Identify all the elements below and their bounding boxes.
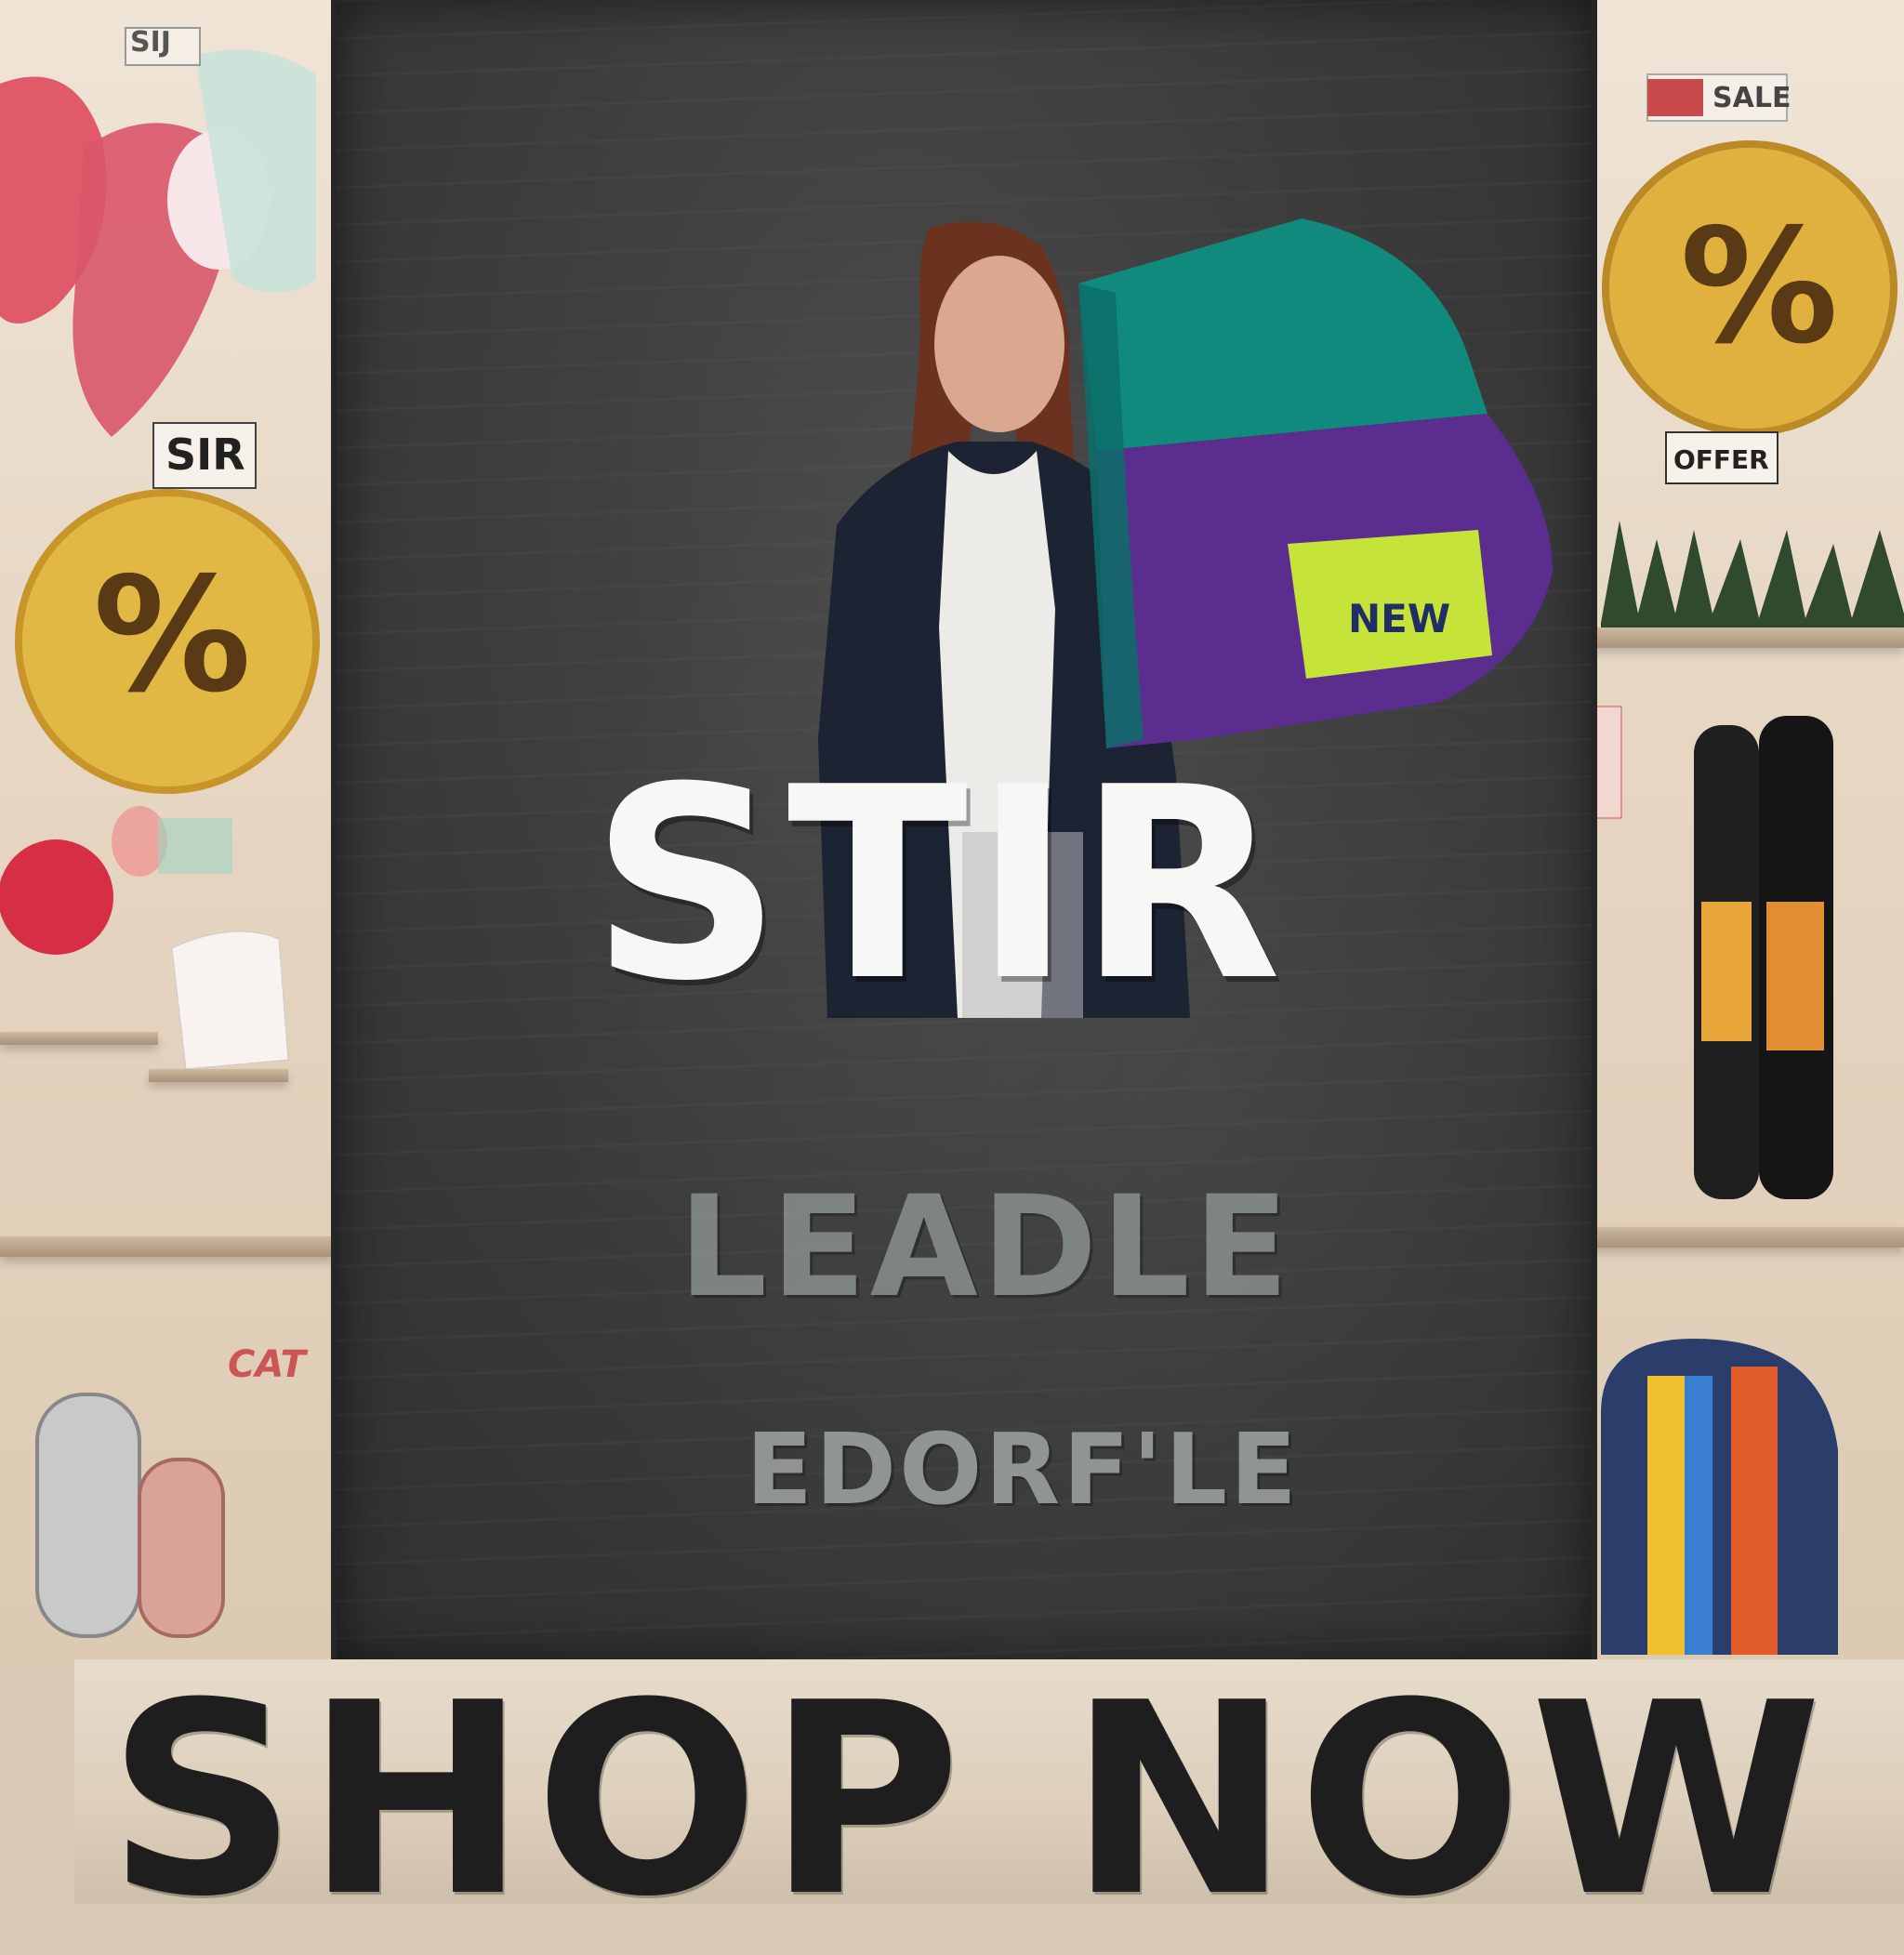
folded-cloth: [171, 931, 289, 1070]
poster-faded-line-2: EDORF'LE: [746, 1413, 1300, 1526]
bottle-label: [1766, 902, 1824, 1050]
left-shelf-wall: SIJ SIR CAT %: [0, 0, 335, 1664]
mixer-appliance: [1601, 1339, 1838, 1655]
red-ornament: [0, 839, 113, 955]
sign-teal-panel: [1078, 218, 1488, 451]
right-top-sign-text: SALE: [1712, 82, 1792, 114]
poster-headline: STIR: [590, 731, 1288, 1039]
sign-badge-text: NEW: [1348, 596, 1450, 641]
right-percent-symbol: %: [1680, 195, 1839, 379]
left-shelf-illustration: [0, 27, 320, 1638]
left-mid-sign-text: SIR: [165, 429, 245, 480]
left-shelf-board: [0, 1236, 335, 1257]
right-shelf-board: [1592, 627, 1904, 648]
right-shelf-board: [1592, 1227, 1904, 1248]
left-small-shelf: [149, 1069, 288, 1082]
left-small-shelf: [0, 1032, 158, 1045]
left-low-sign-text: CAT: [228, 1343, 306, 1386]
held-sign: NEW: [1078, 218, 1553, 748]
right-shelf-wall: SALE OFFER %: [1592, 0, 1904, 1664]
mixer-stripe: [1647, 1376, 1685, 1655]
small-label: [1594, 706, 1622, 819]
plant-row: [1601, 521, 1904, 641]
right-mid-sign-text: OFFER: [1673, 444, 1769, 475]
face: [934, 256, 1064, 432]
pink-appliance: [138, 1458, 225, 1638]
mixer-stripe: [1731, 1367, 1778, 1655]
mint-block: [158, 818, 232, 874]
right-tag-red: [1647, 79, 1703, 116]
bottle-label: [1701, 902, 1752, 1041]
grey-appliance: [35, 1393, 141, 1638]
shop-now-banner-text[interactable]: SHOP NOW: [107, 1669, 1855, 1934]
poster-faded-line-1: LEADLE: [678, 1167, 1293, 1328]
left-percent-symbol: %: [93, 544, 252, 728]
mixer-stripe: [1685, 1376, 1712, 1655]
left-top-sign-text: SIJ: [130, 26, 171, 59]
